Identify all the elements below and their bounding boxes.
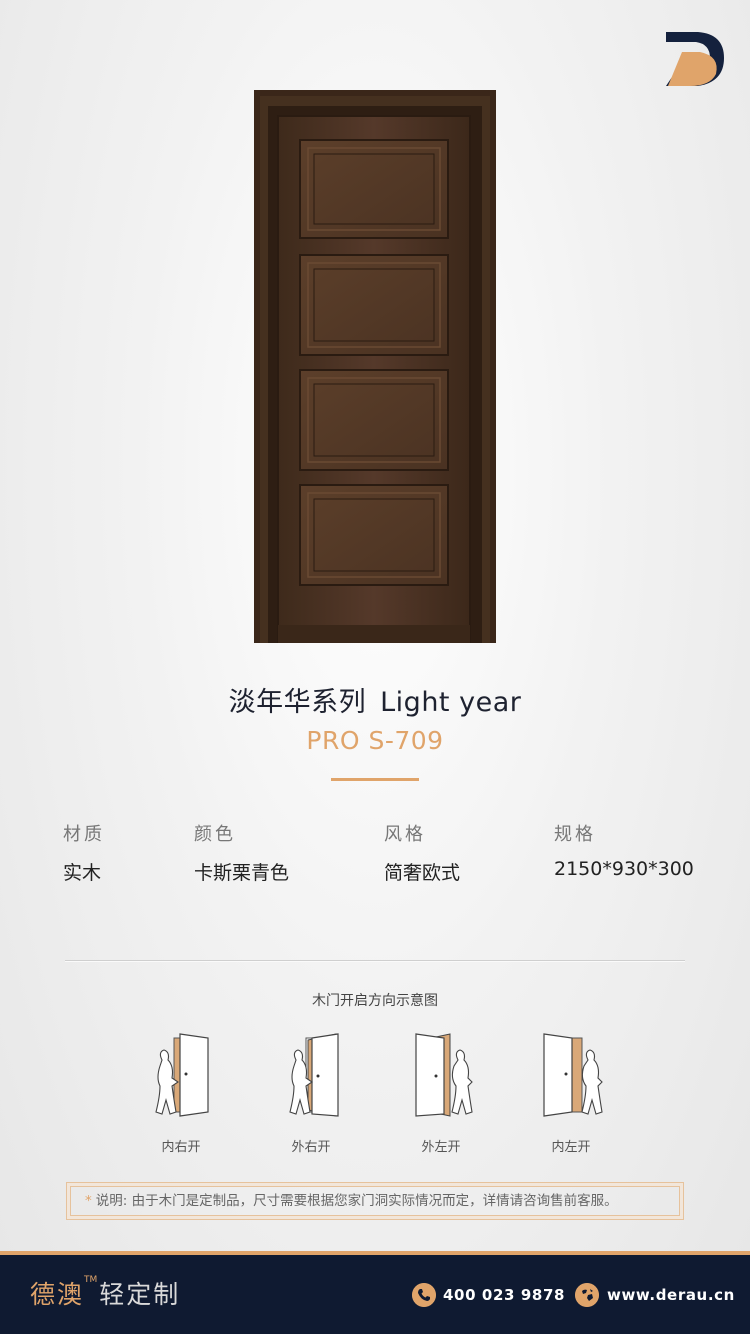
globe-icon	[575, 1283, 599, 1307]
custom-note: * 说明: 由于木门是定制品，尺寸需要根据您家门洞实际情况而定，详情请咨询售前客服…	[66, 1182, 684, 1220]
door-label: 内右开	[161, 1140, 201, 1155]
spec-material: 材质 实木	[63, 820, 105, 885]
spec-label: 风格	[384, 824, 426, 845]
spec-label: 材质	[63, 824, 105, 845]
spec-value: 2150*930*300	[554, 858, 694, 880]
spec-size: 规格 2150*930*300	[554, 820, 694, 880]
door-label: 内左开	[551, 1140, 591, 1155]
spec-label: 规格	[554, 824, 596, 845]
note-star: *	[85, 1193, 92, 1209]
note-text: 说明: 由于木门是定制品，尺寸需要根据您家门洞实际情况而定，详情请咨询售前客服。	[95, 1193, 618, 1209]
spec-style: 风格 简奢欧式	[384, 820, 460, 885]
footer-phone[interactable]: 400 023 9878	[443, 1286, 565, 1304]
spec-label: 颜色	[194, 824, 236, 845]
diagram-title: 木门开启方向示意图	[312, 993, 438, 1009]
footer-bar: 德澳TM轻定制 400 023 9878 www.derau.cn	[0, 1255, 750, 1334]
footer-brand: 德澳TM轻定制	[30, 1275, 180, 1311]
brand-logo-icon	[666, 32, 724, 86]
product-model: PRO S-709	[306, 726, 444, 755]
spec-value: 实木	[63, 862, 102, 884]
door-outer-right-icon	[289, 1033, 339, 1117]
door-image	[254, 90, 496, 643]
brand-tm: TM	[84, 1275, 98, 1285]
door-label: 外右开	[291, 1140, 331, 1155]
section-divider	[65, 960, 685, 962]
door-inner-left-icon	[543, 1033, 603, 1117]
brand-main: 德澳	[30, 1280, 85, 1309]
door-label: 外左开	[421, 1140, 461, 1155]
footer-website[interactable]: www.derau.cn	[607, 1286, 735, 1304]
product-title: 淡年华系列 Light year	[0, 680, 750, 719]
brand-sub: 轻定制	[99, 1280, 181, 1309]
spec-color: 颜色 卡斯栗青色	[194, 820, 289, 885]
series-en: Light year	[380, 687, 522, 718]
spec-value: 卡斯栗青色	[194, 862, 290, 884]
series-title: 淡年华系列	[228, 687, 367, 718]
door-outer-left-icon	[415, 1033, 473, 1117]
model-underline	[331, 778, 419, 781]
spec-value: 简奢欧式	[384, 862, 461, 884]
door-inner-right-icon	[155, 1033, 209, 1117]
phone-icon	[412, 1283, 436, 1307]
